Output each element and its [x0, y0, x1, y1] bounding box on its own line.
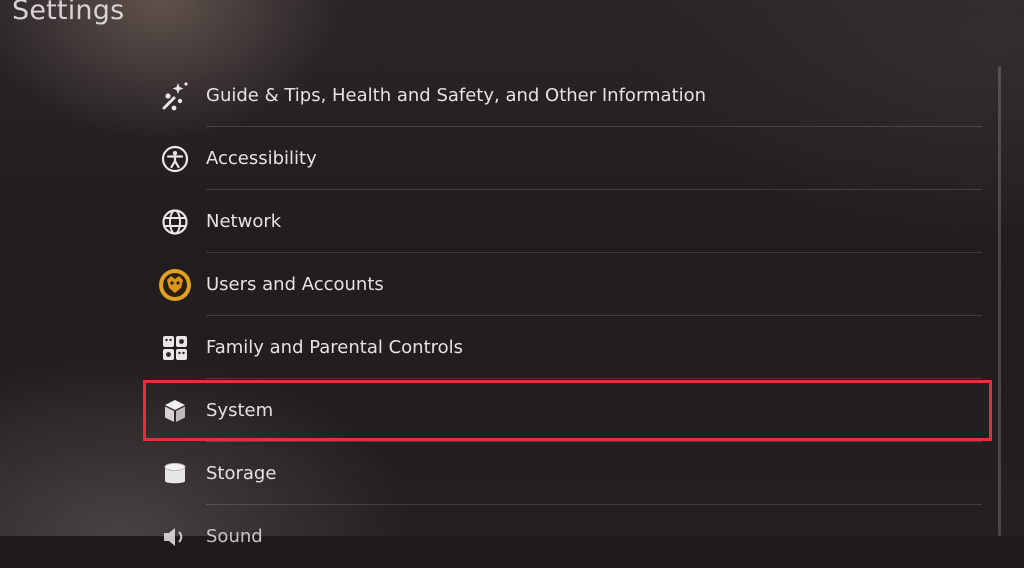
menu-item-storage[interactable]: Storage — [150, 442, 982, 505]
menu-item-label: Family and Parental Controls — [206, 337, 464, 358]
menu-item-users-accounts[interactable]: Users and Accounts — [150, 253, 982, 316]
globe-icon — [158, 205, 192, 239]
menu-item-family-parental[interactable]: Family and Parental Controls — [150, 316, 982, 379]
selection-highlight-box — [143, 380, 992, 441]
user-avatar-icon — [158, 268, 192, 302]
settings-menu: Guide & Tips, Health and Safety, and Oth… — [150, 64, 982, 568]
speaker-icon — [158, 520, 192, 554]
scrollbar[interactable] — [998, 66, 1001, 536]
menu-item-network[interactable]: Network — [150, 190, 982, 253]
menu-item-accessibility[interactable]: Accessibility — [150, 127, 982, 190]
menu-item-label: Sound — [206, 526, 263, 547]
accessibility-icon — [158, 142, 192, 176]
menu-item-guide-tips[interactable]: Guide & Tips, Health and Safety, and Oth… — [150, 64, 982, 127]
family-controls-icon — [158, 331, 192, 365]
menu-item-sound[interactable]: Sound — [150, 505, 982, 568]
menu-item-label: Network — [206, 211, 282, 232]
menu-item-label: Guide & Tips, Health and Safety, and Oth… — [206, 85, 707, 106]
menu-item-label: Storage — [206, 463, 277, 484]
page-title: Settings — [12, 0, 125, 26]
menu-item-label: Users and Accounts — [206, 274, 384, 295]
tips-sparkle-icon — [158, 79, 192, 113]
menu-item-label: Accessibility — [206, 148, 317, 169]
storage-cylinder-icon — [158, 457, 192, 491]
